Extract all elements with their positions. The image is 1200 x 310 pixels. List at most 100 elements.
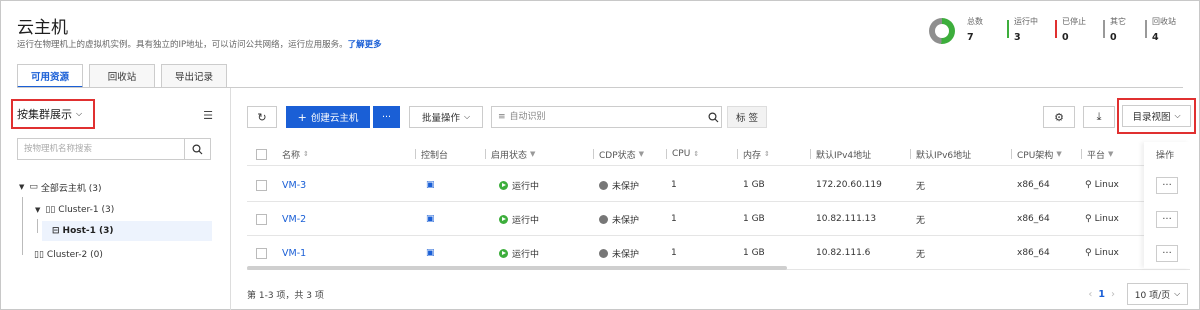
chevron-down-icon: ⌵ (1174, 111, 1181, 120)
current-page[interactable]: 1 (1098, 289, 1105, 300)
ipv6-cell: 无 (916, 249, 926, 260)
horizontal-scrollbar[interactable] (247, 266, 787, 270)
page-title: 云主机 (17, 18, 68, 38)
refresh-button[interactable]: ↻ (247, 106, 277, 128)
page-size-select[interactable]: 10 项/页 ⌵ (1127, 283, 1188, 305)
search-icon[interactable] (708, 111, 719, 123)
tree-guide-line (22, 197, 23, 255)
stat-running-value: 3 (1014, 32, 1021, 43)
console-icon[interactable]: ▣ (426, 202, 435, 236)
row-more-button[interactable]: ··· (1156, 210, 1178, 228)
stat-other: 其它 0 (1103, 16, 1126, 46)
col-cpu[interactable]: CPU ⇕ (666, 142, 699, 166)
tree-guide-line (37, 219, 38, 233)
tree-node-cluster-1[interactable]: ▼ ▯▯ Cluster-1 (3) (35, 200, 114, 220)
col-arch[interactable]: CPU架构 ▼ (1011, 142, 1062, 166)
platform-text: Linux (1094, 248, 1119, 258)
col-separator (415, 149, 416, 159)
select-all-checkbox[interactable] (256, 142, 267, 166)
caret-down-icon: ▼ (35, 206, 41, 214)
col-memory[interactable]: 内存 ⇕ (737, 142, 770, 166)
catalog-view-dropdown[interactable]: 目录视图 ⌵ (1122, 105, 1191, 127)
window-frame: 云主机 运行在物理机上的虚拟机实例。具有独立的IP地址，可以访问公共网络，运行应… (0, 0, 1200, 310)
more-actions-button[interactable]: ··· (373, 106, 400, 128)
batch-operations-dropdown[interactable]: 批量操作 ⌵ (409, 106, 483, 128)
next-page-icon[interactable]: › (1111, 289, 1115, 300)
linux-icon: ⚲ (1085, 214, 1092, 224)
col-name[interactable]: 名称 ⇕ (282, 142, 309, 166)
cdp-cell: 未保护 (599, 236, 639, 270)
col-ipv6-label: 默认IPv6地址 (916, 150, 972, 161)
table-row[interactable]: VM-2 ▣ 运行中 未保护 1 1 GB 10.82.111.13 无 x86… (247, 202, 1190, 236)
row-actions: ··· (1156, 202, 1178, 236)
tab-available-resources[interactable]: 可用资源 (17, 64, 83, 88)
auto-filter-input[interactable] (505, 107, 706, 127)
row-checkbox[interactable] (256, 202, 267, 236)
col-platform[interactable]: 平台 ▼ (1081, 142, 1113, 166)
col-status[interactable]: 启用状态 ▼ (485, 142, 535, 166)
table-row[interactable]: VM-3 ▣ 运行中 未保护 1 1 GB 172.20.60.119 无 x8… (247, 168, 1190, 202)
col-memory-label: 内存 (743, 150, 762, 161)
stat-running-label: 运行中 (1014, 17, 1038, 26)
ipv6-cell: 无 (916, 215, 926, 226)
subtitle-text: 运行在物理机上的虚拟机实例。具有独立的IP地址，可以访问公共网络，运行应用服务。 (17, 40, 348, 50)
stopped-bar (1055, 20, 1057, 38)
create-vm-button[interactable]: + 创建云主机 (286, 106, 370, 128)
sort-icon: ⇕ (693, 150, 700, 158)
filter-icon: ≡ (498, 112, 506, 122)
row-more-button[interactable]: ··· (1156, 176, 1178, 194)
filter-funnel-icon: ▼ (1108, 150, 1114, 158)
stat-recycle: 回收站 4 (1145, 16, 1176, 46)
batch-label: 批量操作 (421, 113, 460, 124)
pagination-total: 第 1-3 项，共 3 项 (247, 291, 324, 301)
settings-button[interactable]: ⚙ (1043, 106, 1075, 128)
status-cell: 运行中 (499, 236, 539, 270)
col-separator (910, 149, 911, 159)
memory-cell: 1 GB (743, 180, 765, 190)
tree-node-all-vms[interactable]: ▼ ▭ 全部云主机 (3) (19, 177, 102, 197)
ipv4-cell: 10.82.111.6 (816, 248, 871, 258)
recycle-bar (1145, 20, 1147, 38)
caret-down-icon: ▼ (19, 183, 25, 191)
col-cdp[interactable]: CDP状态 ▼ (593, 142, 644, 166)
tree-node-cluster-2[interactable]: ▯▯ Cluster-2 (0) (34, 245, 103, 265)
row-actions: ··· (1156, 236, 1178, 270)
create-vm-label: 创建云主机 (310, 113, 359, 124)
download-button[interactable]: ⤓ (1083, 106, 1115, 128)
chevron-down-icon: ⌵ (463, 112, 471, 121)
tab-export-records[interactable]: 导出记录 (161, 64, 227, 88)
arch-cell: x86_64 (1017, 180, 1050, 190)
learn-more-link[interactable]: 了解更多 (348, 40, 382, 50)
status-text: 运行中 (512, 249, 540, 260)
stat-recycle-label: 回收站 (1152, 17, 1176, 26)
view-mode-dropdown[interactable]: 按集群展示 ⌵ (11, 99, 95, 129)
search-button[interactable] (184, 139, 210, 159)
row-more-button[interactable]: ··· (1156, 244, 1178, 262)
page-subtitle: 运行在物理机上的虚拟机实例。具有独立的IP地址，可以访问公共网络，运行应用服务。… (17, 38, 382, 50)
console-icon[interactable]: ▣ (426, 168, 435, 202)
col-cdp-label: CDP状态 (599, 150, 636, 161)
row-checkbox[interactable] (256, 168, 267, 202)
tree-node-host-1[interactable]: ⊟ Host-1 (3) (42, 221, 212, 241)
status-cell: 运行中 (499, 202, 539, 236)
host-search-input[interactable] (18, 139, 184, 159)
tag-button[interactable]: 标 签 (727, 106, 767, 128)
status-text: 运行中 (512, 181, 540, 192)
tree-node-label: 全部云主机 (3) (40, 183, 102, 194)
sort-icon: ⇕ (764, 150, 770, 158)
table-row[interactable]: VM-1 ▣ 运行中 未保护 1 1 GB 10.82.111.6 无 x86_… (247, 236, 1190, 270)
platform-cell: ⚲ Linux (1085, 236, 1119, 270)
stat-stopped-label: 已停止 (1062, 17, 1086, 26)
chevron-down-icon: ⌵ (1174, 289, 1181, 298)
console-icon[interactable]: ▣ (426, 236, 435, 270)
running-icon (499, 248, 508, 258)
prev-page-icon[interactable]: ‹ (1088, 289, 1092, 300)
tab-recycle-bin[interactable]: 回收站 (89, 64, 155, 88)
vm-name-link[interactable]: VM-1 (282, 236, 306, 270)
row-checkbox[interactable] (256, 236, 267, 270)
col-separator (666, 149, 667, 159)
vm-name-link[interactable]: VM-3 (282, 168, 306, 202)
cpu-cell: 1 (671, 214, 677, 224)
list-icon[interactable]: ☰ (203, 109, 213, 122)
vm-name-link[interactable]: VM-2 (282, 202, 306, 236)
